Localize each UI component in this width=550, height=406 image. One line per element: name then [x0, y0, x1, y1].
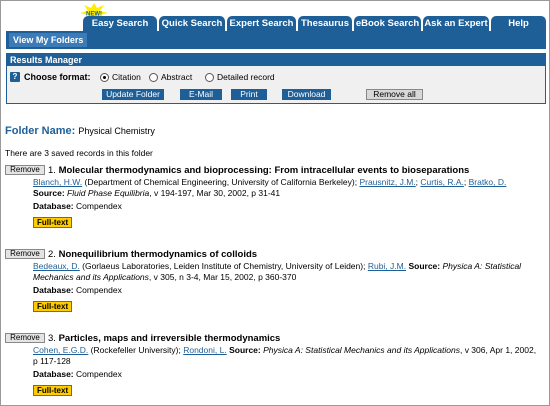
- view-my-folders-link[interactable]: View My Folders: [9, 33, 88, 47]
- search-tabs: Easy Search Quick Search Expert Search T…: [83, 16, 546, 31]
- record-title: 1. Molecular thermodynamics and bioproce…: [48, 165, 469, 176]
- tab-expert-search[interactable]: Expert Search: [227, 16, 296, 31]
- record-body: Bedeaux, D. (Gorlaeus Laboratories, Leid…: [33, 261, 543, 312]
- author-affiliation: (Department of Chemical Engineering, Uni…: [82, 177, 360, 187]
- results-manager: Results Manager ? Choose format: Citatio…: [6, 53, 546, 104]
- choose-format-label: Choose format:: [24, 72, 91, 82]
- email-button[interactable]: E-Mail: [180, 89, 222, 100]
- radio-selected-icon: [100, 72, 109, 82]
- source-details: , v 305, n 3-4, Mar 15, 2002, p 360-370: [148, 272, 297, 282]
- tab-quick-search[interactable]: Quick Search: [159, 16, 225, 31]
- full-text-button[interactable]: Full-text: [33, 301, 73, 312]
- source-journal: Fluid Phase Equilibria: [67, 188, 150, 198]
- tab-ask-an-expert[interactable]: Ask an Expert: [423, 16, 489, 31]
- author-affiliation: (Gorlaeus Laboratories, Leiden Institute…: [79, 261, 368, 271]
- record-title-text: Molecular thermodynamics and bioprocessi…: [58, 165, 470, 176]
- author-link[interactable]: Rondoni, L.: [183, 345, 226, 355]
- author-link[interactable]: Curtis, R.A.: [420, 177, 463, 187]
- author-link[interactable]: Blanch, H.W.: [33, 177, 82, 187]
- tab-thesaurus[interactable]: Thesaurus: [298, 16, 352, 31]
- help-icon[interactable]: ?: [10, 72, 20, 82]
- print-button[interactable]: Print: [231, 89, 267, 100]
- remove-all-button[interactable]: Remove all: [366, 89, 423, 100]
- update-folder-button[interactable]: Update Folder: [102, 89, 164, 100]
- author-link[interactable]: Cohen, E.G.D.: [33, 345, 88, 355]
- record-title: 3. Particles, maps and irreversible ther…: [48, 333, 280, 344]
- database-value: Compendex: [76, 285, 122, 295]
- results-manager-title: Results Manager: [7, 54, 545, 66]
- tab-help[interactable]: Help: [491, 16, 546, 31]
- record-source: Source: Fluid Phase Equilibria, v 194-19…: [33, 188, 543, 199]
- record-authors-source: Cohen, E.G.D. (Rockefeller University); …: [33, 345, 543, 367]
- folder-name-label: Folder Name:: [5, 125, 76, 137]
- author-link[interactable]: Prausnitz, J.M.: [359, 177, 415, 187]
- remove-record-button[interactable]: Remove: [5, 249, 45, 259]
- database-value: Compendex: [76, 369, 122, 379]
- database-value: Compendex: [76, 201, 122, 211]
- record-number: 3.: [48, 333, 56, 344]
- tab-easy-search[interactable]: Easy Search: [83, 16, 157, 31]
- record-database: Database: Compendex: [33, 285, 543, 296]
- full-text-button[interactable]: Full-text: [33, 385, 73, 396]
- record-database: Database: Compendex: [33, 201, 543, 212]
- author-link[interactable]: Bedeaux, D.: [33, 261, 80, 271]
- folder-name-heading: Folder Name: Physical Chemistry: [5, 125, 155, 137]
- database-label: Database:: [33, 285, 74, 295]
- record-authors-source: Bedeaux, D. (Gorlaeus Laboratories, Leid…: [33, 261, 543, 283]
- format-abstract-radio[interactable]: Abstract: [149, 72, 192, 82]
- format-detailed-label: Detailed record: [217, 72, 275, 82]
- radio-icon: [205, 72, 214, 82]
- record-database: Database: Compendex: [33, 369, 543, 380]
- format-citation-radio[interactable]: Citation: [100, 72, 141, 82]
- record-title-text: Nonequilibrium thermodynamics of colloid…: [58, 249, 258, 260]
- source-label: Source:: [408, 261, 441, 271]
- remove-record-button[interactable]: Remove: [5, 333, 45, 343]
- source-label: Source:: [33, 188, 65, 198]
- radio-icon: [149, 72, 158, 82]
- record-body: Blanch, H.W. (Department of Chemical Eng…: [33, 177, 543, 228]
- remove-record-button[interactable]: Remove: [5, 165, 45, 175]
- record-number: 1.: [48, 165, 56, 176]
- database-label: Database:: [33, 201, 74, 211]
- format-citation-label: Citation: [112, 72, 141, 82]
- record-title: 2. Nonequilibrium thermodynamics of coll…: [48, 249, 257, 260]
- source-journal: Physica A: Statistical Mechanics and its…: [263, 345, 460, 355]
- source-label: Source:: [229, 345, 261, 355]
- record-title-text: Particles, maps and irreversible thermod…: [58, 333, 281, 344]
- author-affiliation: (Rockefeller University);: [88, 345, 184, 355]
- record-count-text: There are 3 saved records in this folder: [5, 148, 153, 158]
- format-detailed-radio[interactable]: Detailed record: [205, 72, 275, 82]
- database-label: Database:: [33, 369, 74, 379]
- tab-ebook-search[interactable]: eBook Search: [354, 16, 421, 31]
- record-body: Cohen, E.G.D. (Rockefeller University); …: [33, 345, 543, 396]
- author-link[interactable]: Rubi, J.M.: [368, 261, 406, 271]
- record-authors: Blanch, H.W. (Department of Chemical Eng…: [33, 177, 543, 188]
- folder-name-value: Physical Chemistry: [78, 126, 155, 136]
- record-number: 2.: [48, 249, 56, 260]
- source-details: , v 194-197, Mar 30, 2002, p 31-41: [149, 188, 281, 198]
- author-link[interactable]: Bratko, D.: [469, 177, 507, 187]
- download-button[interactable]: Download: [282, 89, 331, 100]
- format-abstract-label: Abstract: [161, 72, 193, 82]
- full-text-button[interactable]: Full-text: [33, 217, 73, 228]
